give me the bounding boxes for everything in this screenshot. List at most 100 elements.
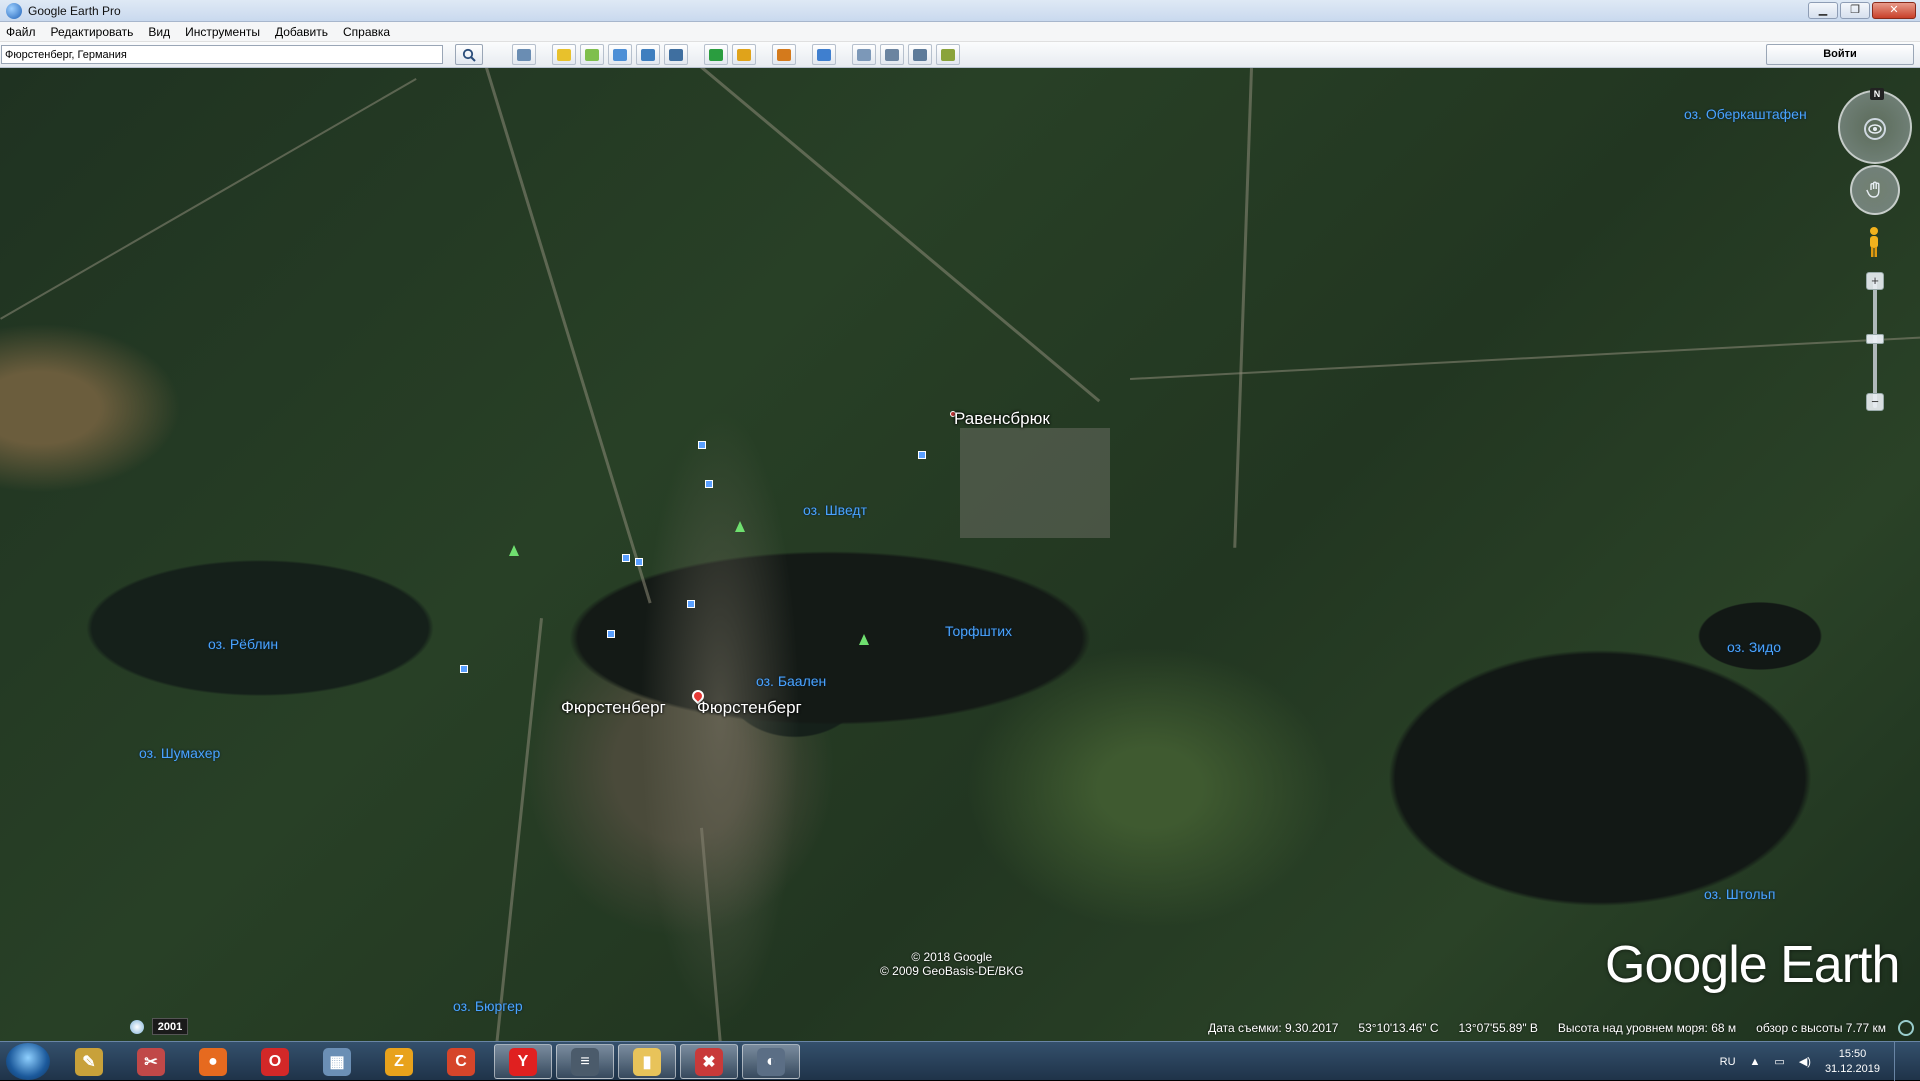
town-area [640, 408, 800, 1028]
lake-label-shumakher[interactable]: оз. Шумахер [139, 745, 220, 761]
latitude: 53°10'13.46" С [1358, 1021, 1439, 1035]
sunlight-button[interactable] [732, 44, 756, 65]
add-image-overlay-button[interactable] [636, 44, 660, 65]
taskbar: ✎ ✂ ● O ▦ Z C Y ≡ ▮ ✖ ◐ RU ▲ ▭ ◀) 15:50 31.12.2019 [0, 1041, 1920, 1081]
lake-label-oberkashtafen[interactable]: оз. Оберкаштафен [1684, 106, 1807, 122]
add-polygon-button[interactable] [580, 44, 604, 65]
zoom-slider-thumb[interactable] [1866, 334, 1884, 344]
firefox-app[interactable]: ● [184, 1044, 242, 1079]
add-placemark-button[interactable] [552, 44, 576, 65]
lake-label-torfshtikh[interactable]: Торфштих [945, 623, 1012, 639]
zoom-in-button[interactable]: + [1866, 272, 1884, 290]
add-image-overlay-icon [641, 48, 655, 61]
toolbar-tools [512, 44, 960, 65]
poi-marker[interactable] [635, 558, 643, 566]
town-label-furstenberg[interactable]: Фюрстенберг [561, 698, 666, 718]
switch-planet-icon [777, 48, 791, 61]
lake-label-schwedt[interactable]: оз. Шведт [803, 502, 867, 518]
language-indicator[interactable]: RU [1720, 1056, 1736, 1068]
lake-label-byurger[interactable]: оз. Бюргер [453, 998, 523, 1014]
park-icon[interactable] [509, 545, 519, 556]
look-control[interactable]: N [1838, 88, 1912, 164]
pdf-app[interactable]: ✖ [680, 1044, 738, 1079]
poi-marker[interactable] [698, 441, 706, 449]
menu-view[interactable]: Вид [148, 25, 170, 39]
google-earth-logo: Google Earth [1605, 936, 1900, 994]
google-earth-icon: ◐ [757, 1047, 785, 1076]
minimize-button[interactable]: ▁ [1808, 2, 1838, 19]
town-label-furstenberg-pin[interactable]: Фюрстенберг [697, 698, 802, 718]
lake-label-shtolp[interactable]: оз. Штольп [1704, 886, 1775, 902]
lake-label-reblin[interactable]: оз. Рёблин [208, 636, 278, 652]
save-image-button[interactable] [908, 44, 932, 65]
yandex-app[interactable]: Y [494, 1044, 552, 1079]
opera-app[interactable]: O [246, 1044, 304, 1079]
lake-label-baalen[interactable]: оз. Баален [756, 673, 826, 689]
explorer-app[interactable]: ▮ [618, 1044, 676, 1079]
zoom-out-button[interactable]: − [1866, 393, 1884, 411]
menu-tools[interactable]: Инструменты [185, 25, 260, 39]
explorer-icon: ▮ [633, 1047, 661, 1076]
add-polygon-icon [585, 48, 599, 61]
ruler-button[interactable] [812, 44, 836, 65]
poi-marker[interactable] [687, 600, 695, 608]
view-in-maps-button[interactable] [936, 44, 960, 65]
street-view-pegman-icon[interactable] [1867, 226, 1881, 258]
menu-file[interactable]: Файл [6, 25, 36, 39]
print-button[interactable] [880, 44, 904, 65]
window-controls: ▁ ❐ ✕ [1808, 2, 1916, 19]
snipping-icon: ✂ [137, 1047, 165, 1076]
search-input[interactable] [1, 45, 443, 64]
restore-button[interactable]: ❐ [1840, 2, 1870, 19]
clock-date: 31.12.2019 [1824, 1062, 1880, 1075]
show-desktop-button[interactable] [1894, 1042, 1906, 1081]
elevation: Высота над уровнем моря: 68 м [1557, 1021, 1737, 1035]
opera-icon: O [261, 1047, 289, 1076]
lake-label-zido[interactable]: оз. Зидо [1727, 639, 1781, 655]
road [1233, 68, 1253, 548]
paint-icon: ✎ [75, 1047, 103, 1076]
clock[interactable]: 15:50 31.12.2019 [1825, 1047, 1880, 1077]
town-label-ravensbruck[interactable]: Равенсбрюк [954, 409, 1050, 429]
park-icon[interactable] [735, 521, 745, 532]
volume-icon[interactable]: ◀) [1799, 1055, 1811, 1068]
status-compass-icon [1898, 1020, 1914, 1036]
email-button[interactable] [852, 44, 876, 65]
close-button[interactable]: ✕ [1872, 2, 1916, 19]
search-button[interactable] [455, 44, 483, 65]
paint-app[interactable]: ✎ [60, 1044, 118, 1079]
system-tray: RU ▲ ▭ ◀) 15:50 31.12.2019 [1720, 1042, 1920, 1081]
tray-expand-icon[interactable]: ▲ [1750, 1056, 1761, 1068]
north-indicator[interactable]: N [1870, 88, 1884, 100]
add-path-button[interactable] [608, 44, 632, 65]
zoom-app[interactable]: Z [370, 1044, 428, 1079]
search-icon [462, 48, 476, 62]
historical-imagery-button[interactable] [704, 44, 728, 65]
google-earth-app[interactable]: ◐ [742, 1044, 800, 1079]
poi-marker[interactable] [918, 451, 926, 459]
switch-planet-button[interactable] [772, 44, 796, 65]
start-button[interactable] [6, 1043, 50, 1080]
park-icon[interactable] [859, 634, 869, 645]
stack-app[interactable]: ≡ [556, 1044, 614, 1079]
poi-marker[interactable] [705, 480, 713, 488]
toolbar-separator [760, 44, 768, 65]
copyright: © 2018 Google © 2009 GeoBasis-DE/BKG [880, 950, 1024, 978]
sunlight-icon [737, 48, 751, 61]
poi-marker[interactable] [622, 554, 630, 562]
menu-help[interactable]: Справка [343, 25, 390, 39]
toolbar-separator [800, 44, 808, 65]
sidebar-toggle-button[interactable] [512, 44, 536, 65]
ccleaner-app[interactable]: C [432, 1044, 490, 1079]
snipping-app[interactable]: ✂ [122, 1044, 180, 1079]
record-tour-button[interactable] [664, 44, 688, 65]
calculator-app[interactable]: ▦ [308, 1044, 366, 1079]
map-view[interactable]: оз. Оберкаштафен оз. Шведт оз. Рёблин То… [0, 68, 1920, 1041]
poi-marker[interactable] [460, 665, 468, 673]
menu-add[interactable]: Добавить [275, 25, 328, 39]
login-button[interactable]: Войти [1766, 44, 1914, 65]
menu-edit[interactable]: Редактировать [51, 25, 134, 39]
move-control[interactable] [1850, 165, 1900, 215]
network-icon[interactable]: ▭ [1774, 1055, 1784, 1068]
poi-marker[interactable] [607, 630, 615, 638]
